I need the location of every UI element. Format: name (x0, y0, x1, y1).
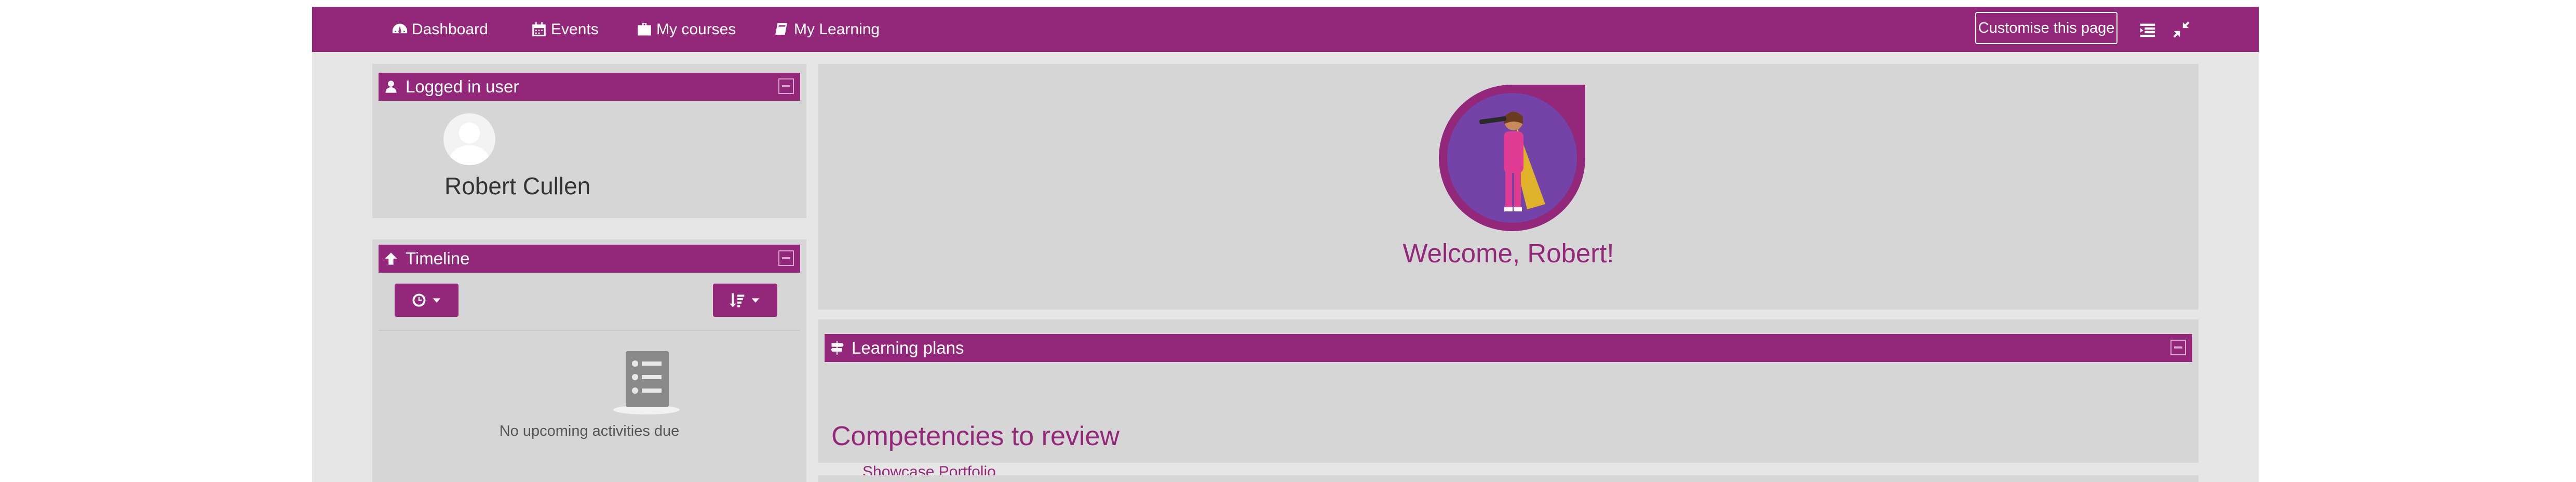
nav-dashboard-label: Dashboard (412, 20, 488, 38)
block-list-icon[interactable] (2138, 21, 2157, 38)
profile-hero-image (1439, 85, 1585, 231)
top-navbar: Dashboard Events My courses My Learning … (312, 7, 2259, 52)
welcome-block: Welcome, Robert! (818, 64, 2199, 310)
timeline-block: Timeline No upcoming activities due (372, 239, 806, 482)
arrow-up-icon (385, 252, 397, 265)
book-icon (775, 22, 787, 35)
nav-events-label: Events (551, 20, 599, 38)
user-name: Robert Cullen (444, 172, 591, 199)
collapse-block-button[interactable] (2170, 340, 2186, 355)
learning-plans-title: Learning plans (852, 338, 964, 357)
user-icon (385, 81, 397, 93)
collapse-arrows-icon[interactable] (2172, 21, 2191, 38)
timeline-title: Timeline (406, 249, 470, 268)
logged-in-user-block: Logged in user Robert Cullen (372, 64, 806, 218)
timeline-filter-button[interactable] (395, 284, 458, 317)
dashboard-icon (392, 23, 408, 33)
nav-dashboard[interactable]: Dashboard (391, 7, 488, 52)
caret-down-icon (433, 298, 440, 303)
nav-my-learning-label: My Learning (794, 20, 880, 38)
nav-events[interactable]: Events (530, 7, 599, 52)
nav-my-learning[interactable]: My Learning (773, 7, 880, 52)
signpost-icon (831, 341, 844, 355)
calendar-icon (532, 22, 546, 36)
timeline-header: Timeline (379, 245, 800, 273)
collapse-block-button[interactable] (778, 78, 794, 94)
logged-in-user-header: Logged in user (379, 73, 800, 101)
learning-plans-header: Learning plans (825, 334, 2192, 362)
clock-icon (412, 293, 425, 307)
sort-icon (730, 293, 745, 307)
caret-down-icon (751, 298, 760, 303)
learning-plans-block: Learning plans Competencies to review Sh… (818, 319, 2199, 480)
briefcase-icon (638, 22, 651, 35)
timeline-sort-button[interactable] (713, 284, 777, 317)
logged-in-user-title: Logged in user (406, 77, 519, 96)
empty-list-icon (613, 351, 680, 414)
customise-page-button[interactable]: Customise this page (1975, 12, 2118, 44)
next-block-partial (818, 475, 2199, 482)
avatar (443, 113, 495, 165)
competencies-heading: Competencies to review (831, 421, 1120, 451)
empty-timeline-text: No upcoming activities due (499, 423, 680, 439)
nav-my-courses-label: My courses (656, 20, 736, 38)
collapse-block-button[interactable] (778, 250, 794, 266)
divider (379, 330, 800, 331)
welcome-greeting: Welcome, Robert! (1402, 238, 1614, 268)
nav-my-courses[interactable]: My courses (636, 7, 736, 52)
page-frame: Dashboard Events My courses My Learning … (312, 7, 2259, 482)
